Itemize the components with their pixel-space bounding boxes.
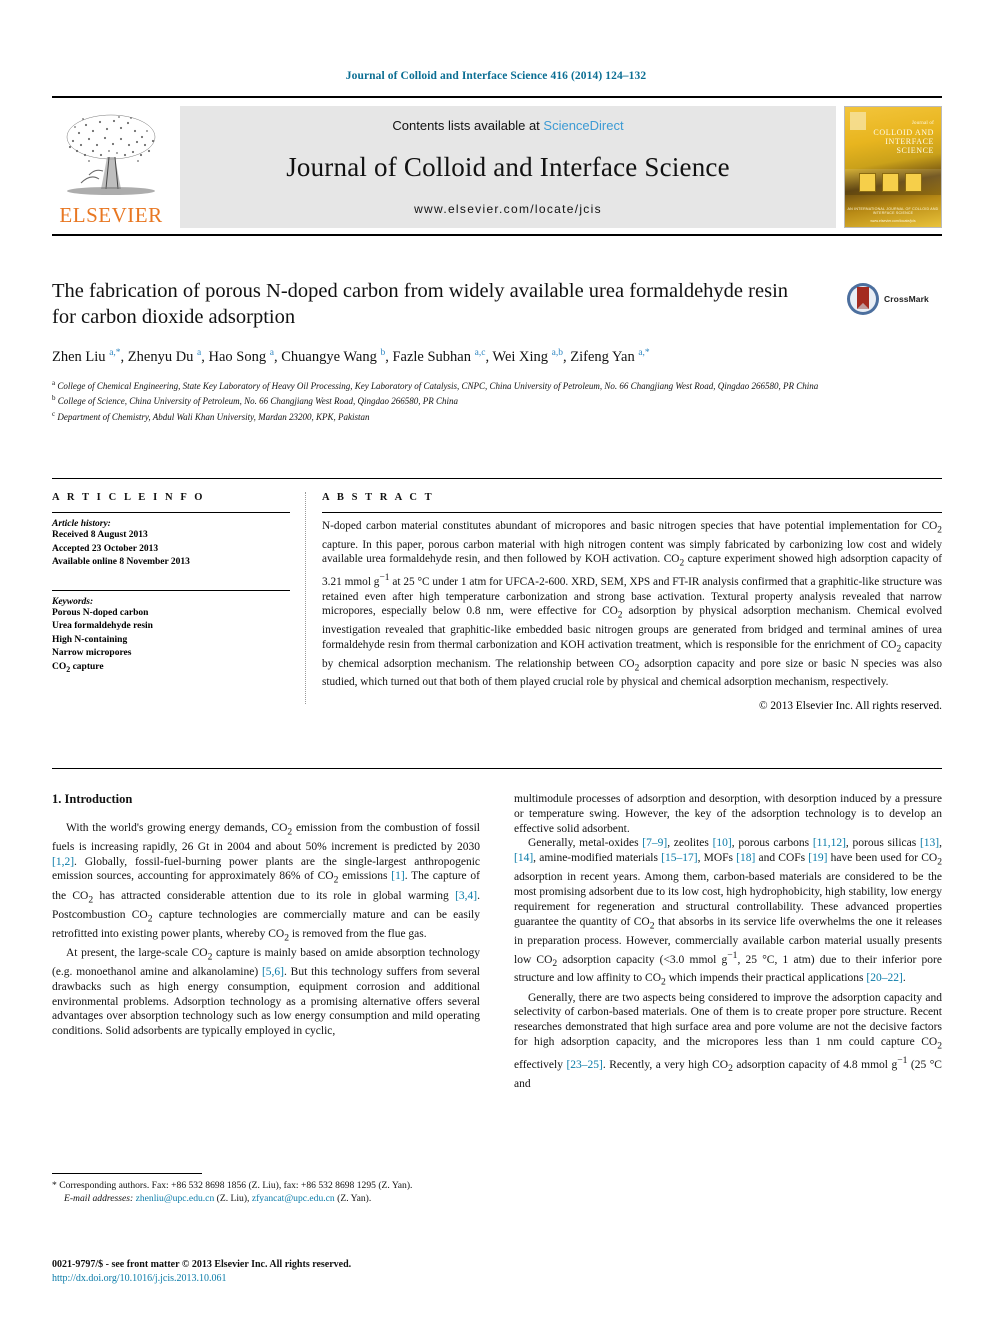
abstract-text: N-doped carbon material constitutes abun… xyxy=(322,520,943,689)
banner-top-rule xyxy=(52,96,942,98)
citation-ref[interactable]: [13] xyxy=(920,837,939,849)
keyword-item: Narrow micropores xyxy=(52,648,132,658)
abstract-heading: A B S T R A C T xyxy=(322,492,435,503)
cover-line3: INTERFACE xyxy=(885,137,934,146)
author-list: Zhen Liu a,*, Zhenyu Du a, Hao Song a, C… xyxy=(52,348,650,365)
body-left-paragraphs: With the world's growing energy demands,… xyxy=(52,821,480,1039)
email-link-2[interactable]: zfyancat@upc.edu.cn xyxy=(252,1193,335,1204)
email-note: E-mail addresses: zhenliu@upc.edu.cn (Z.… xyxy=(52,1193,480,1206)
article-info-rule xyxy=(52,512,290,513)
banner-center: Contents lists available at ScienceDirec… xyxy=(180,106,836,228)
contents-available-line: Contents lists available at ScienceDirec… xyxy=(392,118,623,133)
abstract-top-rule xyxy=(52,478,942,479)
cover-square-1 xyxy=(859,173,876,192)
keyword-item: CO2 capture xyxy=(52,661,104,674)
body-column-left: 1. Introduction With the world's growing… xyxy=(52,792,480,1039)
section-heading-introduction: 1. Introduction xyxy=(52,792,133,806)
abstract-copyright: © 2013 Elsevier Inc. All rights reserved… xyxy=(758,699,942,712)
citation-ref[interactable]: [14] xyxy=(514,852,533,864)
page-title: The fabrication of porous N-doped carbon… xyxy=(52,280,789,328)
journal-banner: ELSEVIER Contents lists available at Sci… xyxy=(52,96,942,236)
issn-copyright-line: 0021-9797/$ - see front matter © 2013 El… xyxy=(52,1259,352,1270)
crossmark-badge[interactable]: CrossMark xyxy=(846,278,942,320)
cover-square-3 xyxy=(905,173,922,192)
elsevier-logo: ELSEVIER xyxy=(52,106,170,228)
cover-line2: COLLOID AND xyxy=(873,128,934,137)
article-history-item: Available online 8 November 2013 xyxy=(52,557,190,567)
footnote-block: * Corresponding authors. Fax: +86 532 86… xyxy=(52,1180,480,1205)
citation-ref[interactable]: [19] xyxy=(808,852,827,864)
banner-bottom-rule xyxy=(52,234,942,236)
article-info-heading: A R T I C L E I N F O xyxy=(52,492,206,503)
email-owner-1: (Z. Liu), xyxy=(216,1192,250,1204)
body-paragraph: With the world's growing energy demands,… xyxy=(52,821,480,944)
keyword-item: Urea formaldehyde resin xyxy=(52,621,153,631)
doi-link[interactable]: http://dx.doi.org/10.1016/j.jcis.2013.10… xyxy=(52,1272,552,1286)
article-info-column: A R T I C L E I N F O Article history: R… xyxy=(52,492,290,676)
citation-ref[interactable]: [3,4] xyxy=(455,890,477,902)
keyword-item: Porous N-doped carbon xyxy=(52,607,149,618)
citation-ref[interactable]: [10] xyxy=(713,837,732,849)
email-label: E-mail addresses: xyxy=(64,1192,134,1204)
elsevier-wordmark: ELSEVIER xyxy=(59,203,163,227)
affiliation-item: a College of Chemical Engineering, State… xyxy=(52,378,819,391)
body-paragraph: Generally, there are two aspects being c… xyxy=(514,991,942,1090)
footnote-separator xyxy=(52,1173,202,1174)
cover-footer-url: www.elsevier.com/locate/jcis xyxy=(870,219,916,223)
citation-ref[interactable]: [23–25] xyxy=(566,1059,602,1071)
abstract-column: A B S T R A C T N-doped carbon material … xyxy=(322,492,942,712)
citation-ref[interactable]: [1] xyxy=(391,870,404,882)
elsevier-tree-icon xyxy=(66,114,156,195)
article-history-item: Received 8 August 2013 xyxy=(52,530,148,540)
cover-masthead: Journal of COLLOID AND INTERFACE SCIENCE xyxy=(873,119,934,155)
email-link-1[interactable]: zhenliu@upc.edu.cn xyxy=(136,1193,215,1204)
crossmark-icon xyxy=(846,282,880,316)
article-history-item: Accepted 23 October 2013 xyxy=(52,543,159,554)
citation-ref[interactable]: [11,12] xyxy=(813,837,846,849)
running-head: Journal of Colloid and Interface Science… xyxy=(345,70,647,82)
affiliation-item: c Department of Chemistry, Abdul Wali Kh… xyxy=(52,409,370,422)
article-history-label: Article history: xyxy=(52,519,111,529)
journal-title: Journal of Colloid and Interface Science xyxy=(286,152,730,182)
contents-prefix: Contents lists available at xyxy=(392,118,544,133)
crossmark-label: CrossMark xyxy=(884,294,929,304)
journal-homepage-url[interactable]: www.elsevier.com/locate/jcis xyxy=(414,202,602,216)
affiliation-item: b College of Science, China University o… xyxy=(52,394,459,407)
citation-ref[interactable]: [20–22] xyxy=(866,972,902,984)
title-block: The fabrication of porous N-doped carbon… xyxy=(52,278,942,423)
keywords-list: Porous N-doped carbon Urea formaldehyde r… xyxy=(52,607,290,676)
body-right-paragraphs: multimodule processes of adsorption and … xyxy=(514,792,942,1092)
citation-ref[interactable]: [7–9] xyxy=(642,837,667,849)
abstract-rule xyxy=(322,512,942,513)
corresponding-author-note: * Corresponding authors. Fax: +86 532 86… xyxy=(52,1180,413,1191)
body-paragraph: multimodule processes of adsorption and … xyxy=(514,793,942,835)
keywords-block: Keywords: Porous N-doped carbon Urea form… xyxy=(52,589,290,676)
cover-square-2 xyxy=(882,173,899,192)
cover-elsevier-mark xyxy=(850,112,866,130)
abstract-column-divider xyxy=(305,492,306,704)
body-column-right: multimodule processes of adsorption and … xyxy=(514,792,942,1092)
keywords-label: Keywords: xyxy=(52,596,94,607)
cover-footer-text: AN INTERNATIONAL JOURNAL OF COLLOID AND … xyxy=(847,207,939,215)
imprint-block: 0021-9797/$ - see front matter © 2013 El… xyxy=(52,1258,552,1285)
keyword-item: High N-containing xyxy=(52,634,128,645)
article-history-list: Received 8 August 2013 Accepted 23 Octobe… xyxy=(52,529,290,570)
body-paragraph: Generally, metal-oxides [7–9], zeolites … xyxy=(514,837,942,988)
body-paragraph: At present, the large-scale CO2 capture … xyxy=(52,946,480,1038)
citation-ref[interactable]: [5,6] xyxy=(262,966,284,978)
keywords-rule xyxy=(52,589,290,591)
journal-cover-thumbnail: Journal of COLLOID AND INTERFACE SCIENCE… xyxy=(844,106,942,228)
citation-ref[interactable]: [1,2] xyxy=(52,856,74,868)
affiliation-list: a College of Chemical Engineering, State… xyxy=(52,377,942,424)
cover-line4: SCIENCE xyxy=(896,146,934,155)
body-top-rule xyxy=(52,768,942,769)
citation-ref[interactable]: [18] xyxy=(736,852,755,864)
article-page: Journal of Colloid and Interface Science… xyxy=(0,0,992,1323)
citation-ref[interactable]: [15–17] xyxy=(661,852,697,864)
cover-line1: Journal of xyxy=(911,121,934,126)
email-owner-2: (Z. Yan). xyxy=(337,1192,372,1204)
sciencedirect-link[interactable]: ScienceDirect xyxy=(543,118,623,133)
